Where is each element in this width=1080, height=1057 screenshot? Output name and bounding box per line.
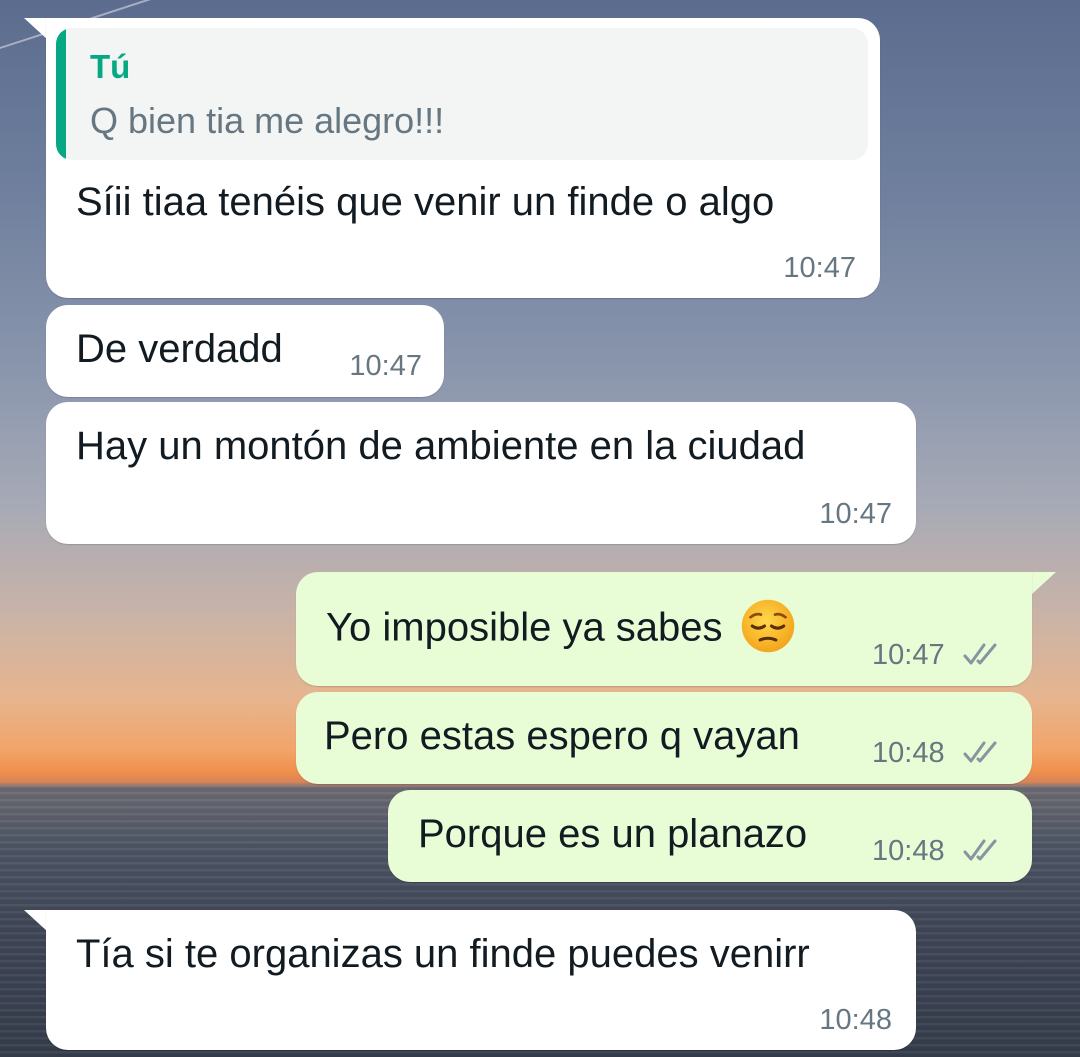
quote-author: Tú <box>90 48 131 85</box>
quoted-message[interactable]: Tú Q bien tia me alegro!!! <box>56 28 868 160</box>
double-check-read-icon <box>963 839 997 861</box>
incoming-bubble-tail <box>24 18 48 40</box>
message-text: Tía si te organizas un finde puedes veni… <box>76 932 810 976</box>
message-bubble-outgoing[interactable]: Yo imposible ya sabes 10:47 <box>296 572 1032 686</box>
quote-text: Q bien tia me alegro!!! <box>90 100 445 141</box>
message-time: 10:47 <box>819 498 892 530</box>
message-text-content: Yo imposible ya sabes <box>326 605 723 650</box>
message-text: Síii tiaa tenéis que venir un finde o al… <box>76 180 775 224</box>
message-time: 10:47 <box>872 639 945 671</box>
message-time: 10:48 <box>819 1004 892 1036</box>
incoming-bubble-tail <box>24 910 48 932</box>
double-check-read-icon <box>963 643 997 665</box>
message-bubble-outgoing[interactable]: Pero estas espero q vayan 10:48 <box>296 692 1032 784</box>
message-text: De verdadd <box>76 327 283 371</box>
message-text: Yo imposible ya sabes <box>326 599 796 658</box>
message-bubble-outgoing[interactable]: Porque es un planazo 10:48 <box>388 790 1032 882</box>
outgoing-bubble-tail <box>1032 572 1056 594</box>
message-time: 10:48 <box>872 835 945 867</box>
message-time: 10:47 <box>349 350 422 382</box>
message-text: Hay un montón de ambiente en la ciudad <box>76 424 806 468</box>
message-bubble-incoming[interactable]: Tú Q bien tia me alegro!!! Síii tiaa ten… <box>46 18 880 298</box>
message-time: 10:48 <box>872 737 945 769</box>
message-bubble-incoming[interactable]: Tía si te organizas un finde puedes veni… <box>46 910 916 1050</box>
pensive-face-emoji-icon <box>741 599 794 653</box>
message-text: Pero estas espero q vayan <box>324 714 800 758</box>
message-bubble-incoming[interactable]: De verdadd 10:47 <box>46 305 444 397</box>
message-text: Porque es un planazo <box>418 812 808 856</box>
double-check-read-icon <box>963 741 997 763</box>
message-bubble-incoming[interactable]: Hay un montón de ambiente en la ciudad 1… <box>46 402 916 544</box>
quote-accent-bar <box>56 28 66 160</box>
message-time: 10:47 <box>783 252 856 284</box>
